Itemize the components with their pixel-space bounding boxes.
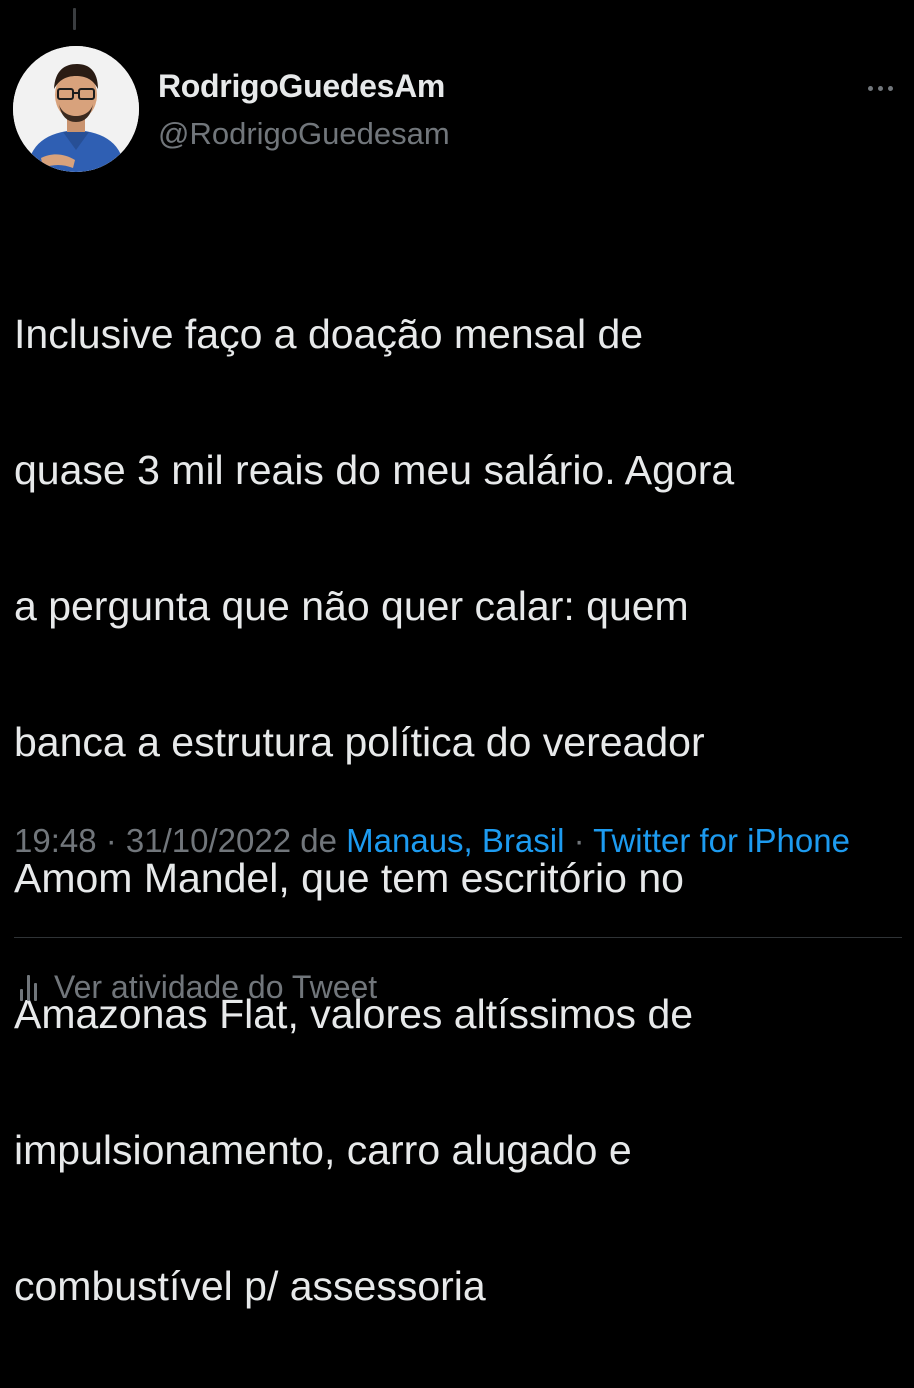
meta-separator: · [564, 822, 594, 859]
tweet-text-line: impulsionamento, carro alugado e [14, 1127, 632, 1173]
tweet-text-line: Inclusive faço a doação mensal de [14, 311, 644, 357]
tweet-activity-label: Ver atividade do Tweet [54, 968, 378, 1005]
location-link[interactable]: Manaus, Brasil [346, 822, 564, 859]
tweet-text-line: banca a estrutura política do vereador [14, 719, 705, 765]
tweet-text-line: combustível p/ assessoria [14, 1263, 486, 1309]
tweet-time[interactable]: 19:48 [14, 822, 97, 859]
tweet-text-line: quase 3 mil reais do meu salário. Agora [14, 447, 735, 493]
meta-separator: · [96, 822, 126, 859]
more-horizontal-icon [877, 85, 883, 91]
more-options-button[interactable] [858, 70, 902, 106]
divider [14, 937, 902, 938]
source-link[interactable]: Twitter for iPhone [593, 822, 850, 859]
user-handle[interactable]: @RodrigoGuedesam [158, 116, 450, 152]
tweet-date[interactable]: 31/10/2022 [126, 822, 291, 859]
avatar-photo [13, 46, 139, 172]
more-horizontal-icon [867, 85, 873, 91]
tweet-text: Inclusive faço a doação mensal de quase … [14, 232, 904, 1388]
tweet-text-line: a pergunta que não quer calar: quem [14, 583, 689, 629]
avatar[interactable] [13, 46, 139, 172]
display-name[interactable]: RodrigoGuedesAm [158, 68, 445, 105]
from-word: de [291, 822, 347, 859]
tweet-activity-button[interactable]: Ver atividade do Tweet [20, 963, 377, 1011]
bar-chart-icon [20, 973, 37, 1001]
more-horizontal-icon [887, 85, 893, 91]
tweet-metadata: 19:48 · 31/10/2022 de Manaus, Brasil · T… [14, 816, 894, 866]
thread-connector-line [73, 8, 76, 30]
